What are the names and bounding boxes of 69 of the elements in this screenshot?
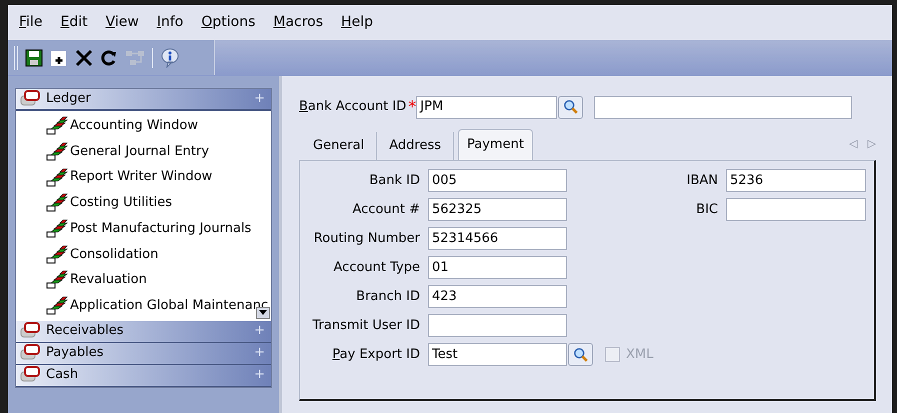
field-label: IBAN (686, 172, 719, 190)
field-label: Bank ID (368, 172, 421, 190)
field-label: Account # (351, 200, 421, 219)
tab[interactable]: Payment (458, 129, 533, 160)
menu-item[interactable]: Macros (273, 12, 324, 33)
text-field[interactable]: Test (428, 343, 567, 366)
section-header[interactable]: Ledger + (16, 89, 271, 111)
folder-stack-icon (20, 322, 42, 340)
nav-item[interactable]: Revaluation (46, 267, 271, 293)
tab[interactable]: General (301, 132, 378, 160)
field-label: Pay Export ID (331, 346, 421, 364)
section-header[interactable]: Cash + (16, 364, 271, 386)
checkbox-label: XML (626, 346, 654, 364)
new-document-icon[interactable] (50, 48, 68, 66)
stacked-blocks-icon (46, 270, 68, 290)
field-label: Branch ID (355, 288, 421, 306)
nav-item[interactable]: Post Manufacturing Journals (46, 216, 271, 242)
text-field[interactable] (428, 314, 567, 337)
nav-item[interactable]: Application Global Maintenanc (46, 292, 271, 318)
menu-item[interactable]: Options (201, 12, 256, 33)
save-icon[interactable] (25, 48, 43, 66)
nav-item[interactable]: Costing Utilities (46, 190, 271, 216)
menu-item[interactable]: View (106, 12, 139, 33)
folder-stack-icon (20, 344, 42, 362)
stacked-blocks-icon (46, 193, 68, 212)
stacked-blocks-icon (46, 296, 68, 316)
delete-icon[interactable] (75, 48, 93, 66)
menu-item[interactable]: Info (156, 12, 184, 33)
section-label: Cash (46, 366, 80, 384)
stacked-blocks-icon (46, 219, 68, 238)
field-label: Bank Account ID (299, 98, 406, 116)
stacked-blocks-icon (46, 168, 68, 187)
text-field[interactable]: 5236 (726, 169, 866, 192)
text-field[interactable]: 01 (428, 256, 567, 279)
lookup-button[interactable] (568, 343, 593, 366)
text-field[interactable] (594, 96, 852, 118)
field-label: Routing Number (312, 230, 421, 248)
section-label: Payables (46, 344, 105, 362)
field-label: Transmit User ID (312, 316, 421, 335)
text-field[interactable]: 562325 (428, 198, 567, 221)
section-header[interactable]: Receivables + (16, 320, 271, 342)
field-label: Account Type (332, 258, 421, 277)
tab[interactable]: Address (377, 132, 454, 160)
menu-item[interactable]: Edit (60, 12, 88, 33)
folder-stack-icon (20, 366, 42, 384)
required-mark: * (408, 96, 416, 118)
lookup-button[interactable] (558, 96, 584, 118)
search-icon (562, 99, 579, 115)
nav-item[interactable]: Accounting Window (46, 113, 271, 139)
stacked-blocks-icon (46, 142, 68, 162)
text-field[interactable]: 52314566 (428, 227, 567, 250)
search-icon (572, 346, 588, 362)
info-icon[interactable] (152, 48, 179, 68)
menu-item[interactable]: Help (341, 12, 373, 33)
nav-item[interactable]: Report Writer Window (46, 164, 271, 190)
nav-item[interactable]: Consolidation (46, 241, 271, 268)
menu-item[interactable]: File (19, 12, 42, 33)
text-field[interactable]: 005 (428, 169, 567, 192)
stacked-blocks-icon (46, 116, 68, 136)
stacked-blocks-icon (46, 244, 68, 264)
refresh-icon[interactable] (100, 48, 118, 66)
field-label: BIC (695, 200, 719, 219)
section-label: Receivables (46, 322, 124, 340)
section-header[interactable]: Payables + (16, 342, 271, 364)
section-label: Ledger (46, 90, 92, 108)
text-field[interactable]: JPM (416, 96, 558, 118)
text-field[interactable] (726, 198, 866, 221)
text-field[interactable]: 423 (428, 285, 567, 308)
nav-item[interactable]: General Journal Entry (46, 138, 271, 164)
